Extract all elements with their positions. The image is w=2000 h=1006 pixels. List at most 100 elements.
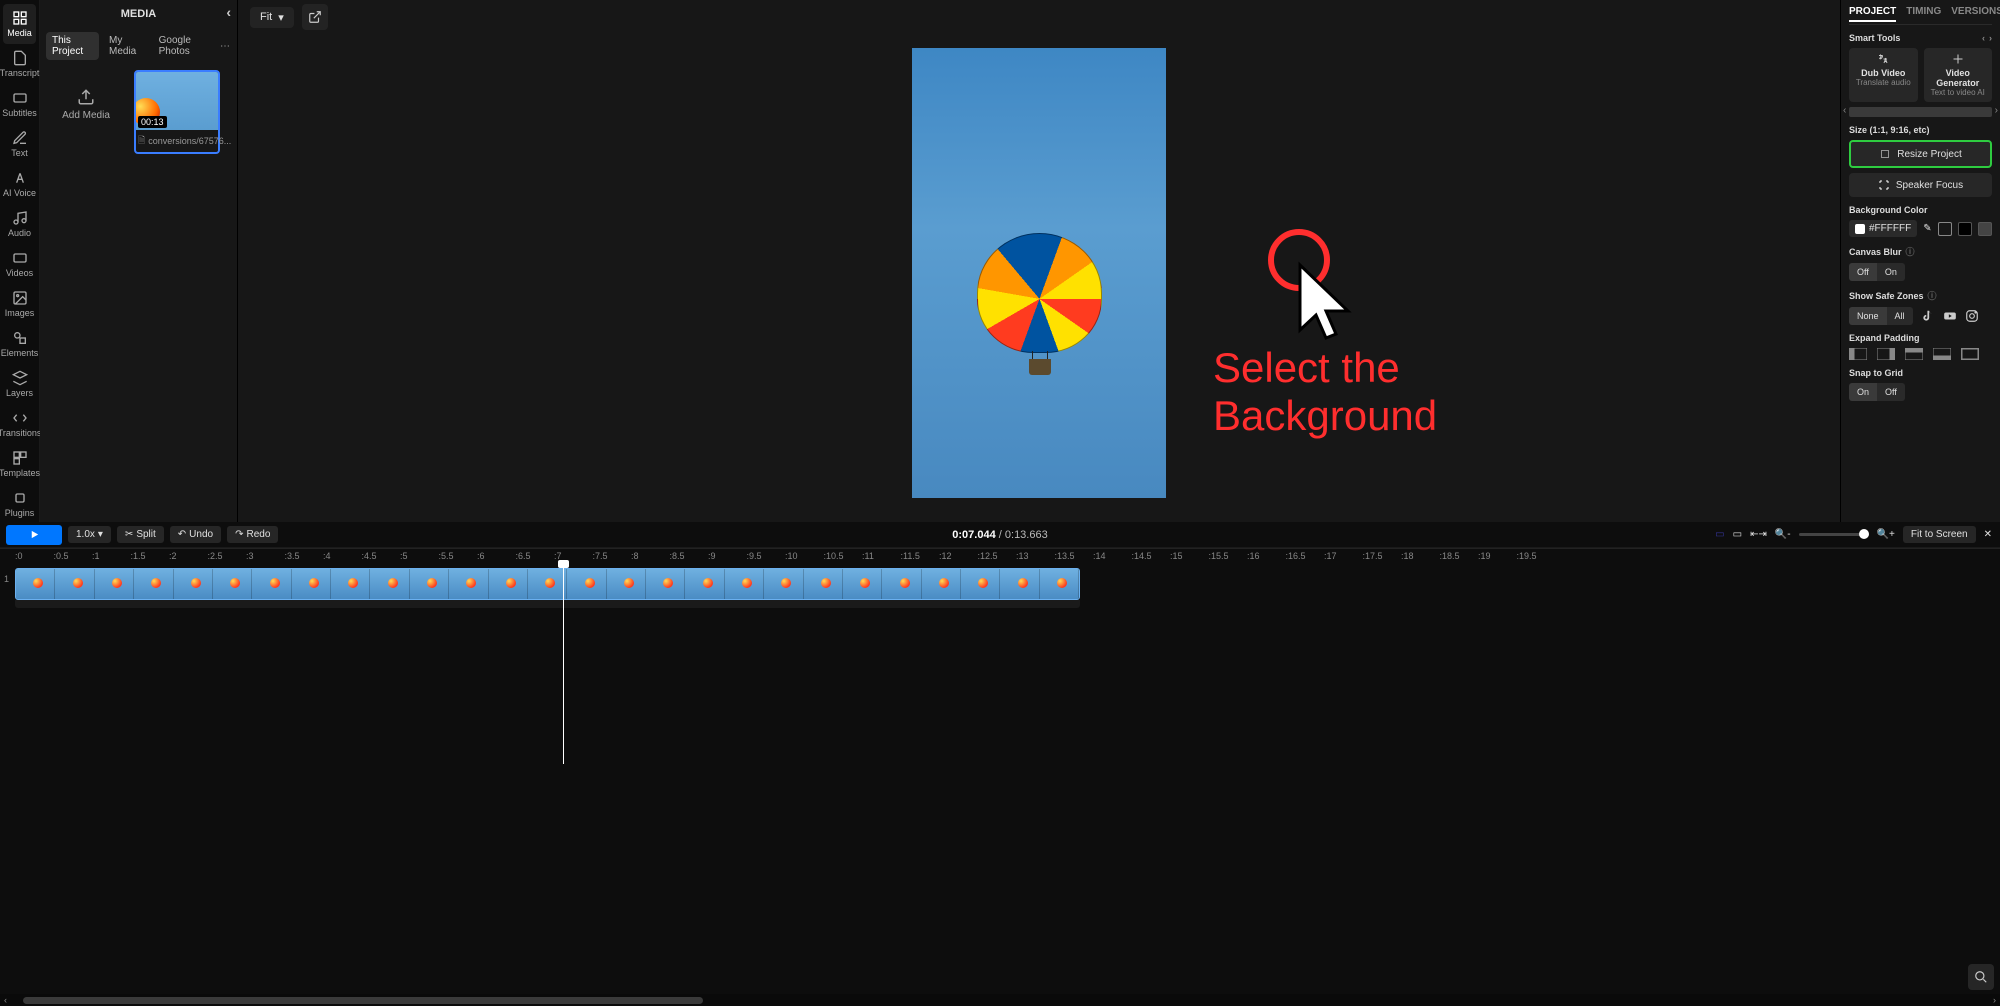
swatch-none[interactable] (1938, 222, 1952, 236)
pad-left-button[interactable] (1849, 348, 1867, 360)
redo-button[interactable]: ↷Redo (227, 526, 278, 543)
resize-icon (1879, 148, 1891, 160)
undo-button[interactable]: ↶Undo (170, 526, 221, 543)
dub-video-button[interactable]: Dub VideoTranslate audio (1849, 48, 1918, 102)
pad-right-button[interactable] (1877, 348, 1895, 360)
smart-tools-scroll[interactable]: ‹› (1849, 107, 1992, 117)
zoom-in-icon[interactable]: 🔍+ (1877, 529, 1895, 540)
ruler-tick: :11 (862, 551, 874, 561)
tab-project[interactable]: PROJECT (1849, 6, 1896, 22)
media-title: MEDIA‹ (40, 0, 237, 28)
chevron-right-icon[interactable]: › (1995, 105, 1998, 116)
tab-google-photos[interactable]: Google Photos (153, 32, 216, 60)
youtube-icon[interactable] (1943, 309, 1957, 323)
snap-on-button[interactable]: On (1849, 383, 1877, 401)
fit-to-screen-button[interactable]: Fit to Screen (1903, 526, 1976, 543)
safezone-all-button[interactable]: All (1887, 307, 1913, 325)
sidebar-item-elements[interactable]: Elements (0, 324, 39, 364)
sidebar-item-aivoice[interactable]: AI Voice (0, 164, 39, 204)
timeline-toolbar: 1.0x ▾ ✂Split ↶Undo ↷Redo 0:07.044 / 0:1… (0, 522, 2000, 548)
sidebar-item-images[interactable]: Images (0, 284, 39, 324)
speaker-focus-button[interactable]: Speaker Focus (1849, 173, 1992, 197)
tab-my-media[interactable]: My Media (103, 32, 149, 60)
sidebar-item-templates[interactable]: Templates (0, 444, 39, 484)
fit-dropdown[interactable]: Fit▾ (250, 7, 294, 28)
sidebar-item-media[interactable]: Media (3, 4, 36, 44)
media-clip[interactable]: 00:13 🗎conversions/67576... (134, 70, 220, 154)
trim-icon[interactable]: ⇤⇥ (1750, 529, 1767, 540)
add-media-label: Add Media (62, 110, 110, 121)
blur-off-button[interactable]: Off (1849, 263, 1877, 281)
zoom-slider[interactable] (1799, 533, 1869, 536)
info-icon: ⓘ (1906, 245, 1915, 258)
chevron-left-icon[interactable]: ‹ (1843, 105, 1846, 116)
scroll-thumb[interactable] (23, 997, 703, 1004)
zoom-out-icon[interactable]: 🔍- (1775, 529, 1791, 540)
blur-on-button[interactable]: On (1877, 263, 1905, 281)
eyedropper-icon[interactable]: ✎ (1923, 223, 1931, 234)
tiktok-icon[interactable] (1921, 309, 1935, 323)
swatch-black[interactable] (1958, 222, 1972, 236)
scroll-left-icon[interactable]: ‹ (4, 995, 7, 1005)
ruler-tick: :16.5 (1286, 551, 1306, 561)
canvas-blur-toggle: Off On (1849, 263, 1992, 281)
sidebar-item-layers[interactable]: Layers (0, 364, 39, 404)
speed-dropdown[interactable]: 1.0x ▾ (68, 526, 111, 543)
timeline-audio-wave[interactable] (15, 600, 1080, 608)
play-button[interactable] (6, 525, 62, 545)
play-icon (29, 529, 40, 540)
sparkle-icon (1952, 53, 1964, 65)
ruler-tick: :8.5 (670, 551, 685, 561)
pad-all-button[interactable] (1961, 348, 1979, 360)
h-scrollbar[interactable]: ‹ › (0, 994, 2000, 1006)
upload-icon (77, 88, 95, 106)
sidebar-item-plugins[interactable]: Plugins (0, 484, 39, 524)
canvas-area: Fit▾ Select the Background (238, 0, 1840, 522)
ruler-tick: :3 (246, 551, 254, 561)
add-media-button[interactable]: Add Media (46, 70, 126, 138)
timeline-ruler[interactable]: :0:0.5:1:1.5:2:2.5:3:3.5:4:4.5:5:5.5:6:6… (0, 548, 2000, 564)
collapse-icon[interactable]: ‹ (226, 4, 231, 20)
toggle-a-icon[interactable]: ▭ (1715, 529, 1724, 540)
popout-button[interactable] (302, 4, 328, 30)
tab-timing[interactable]: TIMING (1906, 6, 1941, 22)
resize-project-button[interactable]: Resize Project (1849, 140, 1992, 168)
timeline-tracks[interactable]: 1 (0, 564, 2000, 994)
tab-this-project[interactable]: This Project (46, 32, 99, 60)
sidebar-item-audio[interactable]: Audio (0, 204, 39, 244)
chevron-right-icon[interactable]: › (1989, 33, 1992, 43)
close-icon[interactable]: ✕ (1984, 529, 1992, 540)
instagram-icon[interactable] (1965, 309, 1979, 323)
zoom-float-button[interactable] (1968, 964, 1994, 990)
safezone-none-button[interactable]: None (1849, 307, 1887, 325)
ruler-tick: :4.5 (362, 551, 377, 561)
pad-top-button[interactable] (1905, 348, 1923, 360)
pad-bottom-button[interactable] (1933, 348, 1951, 360)
ruler-tick: :9 (708, 551, 716, 561)
split-button[interactable]: ✂Split (117, 526, 164, 543)
sidebar-label: Plugins (5, 508, 35, 518)
chevron-left-icon[interactable]: ‹ (1982, 33, 1985, 43)
canvas-viewport[interactable]: Select the Background (238, 34, 1840, 522)
bgcolor-input[interactable]: #FFFFFF (1849, 220, 1917, 237)
sidebar-item-subtitles[interactable]: Subtitles (0, 84, 39, 124)
more-icon[interactable]: ⋯ (220, 41, 231, 52)
clip-thumbnail: 00:13 (136, 72, 218, 130)
sidebar-item-videos[interactable]: Videos (0, 244, 39, 284)
scroll-right-icon[interactable]: › (1993, 995, 1996, 1005)
tab-versions[interactable]: VERSIONS (1951, 6, 2000, 22)
sidebar-label: Layers (6, 388, 33, 398)
video-preview[interactable] (912, 48, 1166, 498)
ruler-tick: :2.5 (208, 551, 223, 561)
ruler-tick: :5 (400, 551, 408, 561)
video-generator-button[interactable]: Video GeneratorText to video AI (1924, 48, 1993, 102)
sidebar-item-text[interactable]: Text (0, 124, 39, 164)
sidebar-item-transcript[interactable]: Transcript (0, 44, 39, 84)
snap-off-button[interactable]: Off (1877, 383, 1905, 401)
toggle-b-icon[interactable]: ▭ (1733, 529, 1742, 540)
playhead[interactable] (563, 564, 564, 764)
swatch-gray[interactable] (1978, 222, 1992, 236)
timeline-clip[interactable] (15, 568, 1080, 600)
sidebar-item-transitions[interactable]: Transitions (0, 404, 39, 444)
ruler-tick: :10.5 (824, 551, 844, 561)
